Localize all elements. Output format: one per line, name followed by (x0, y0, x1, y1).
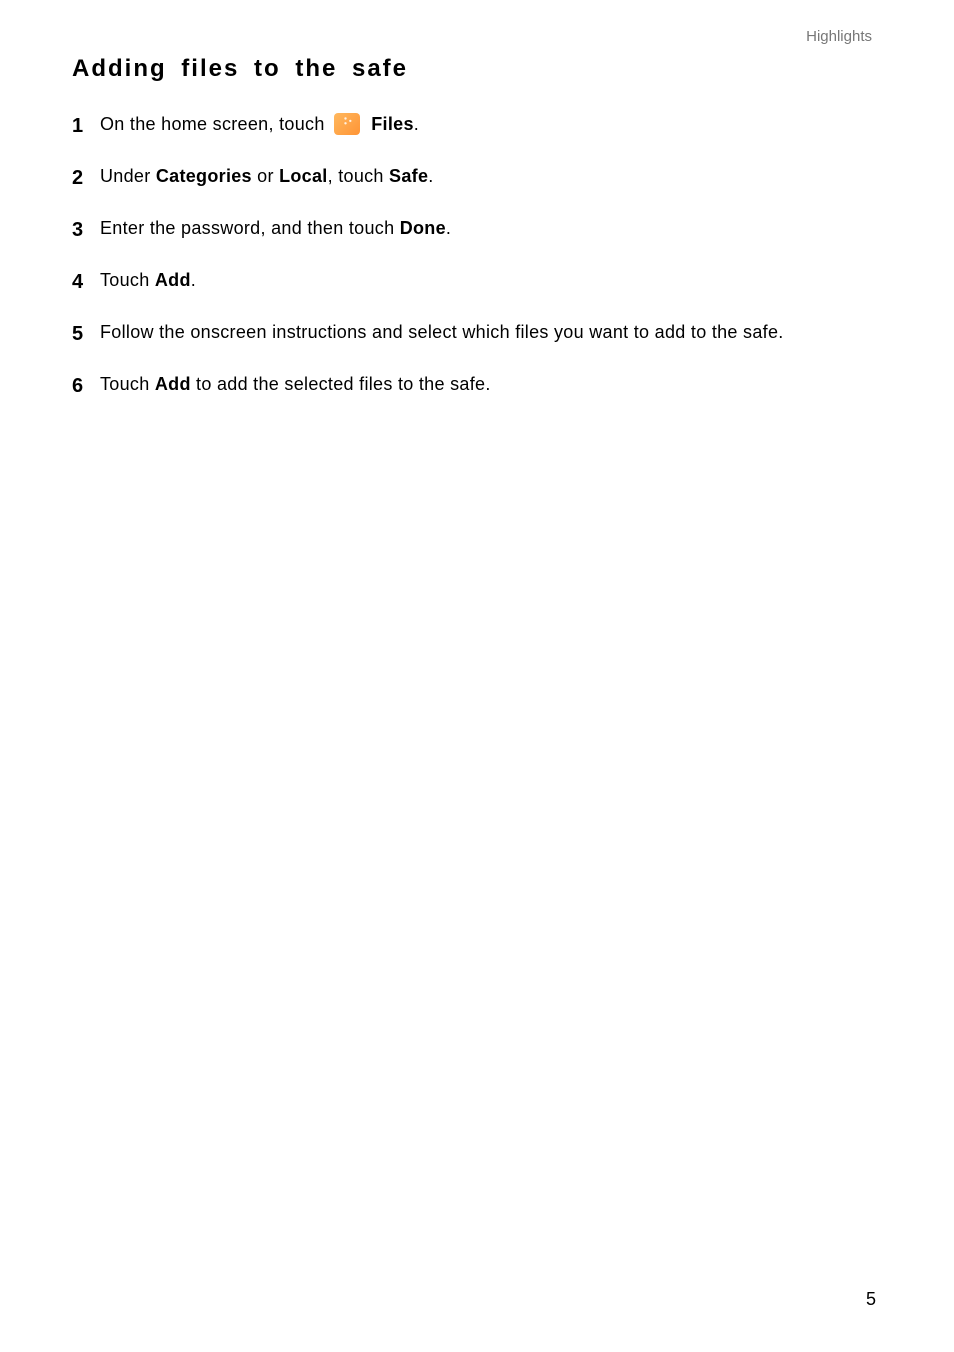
bold-text: Safe (389, 166, 428, 186)
step-number: 6 (72, 371, 94, 401)
step-item: 5Follow the onscreen instructions and se… (72, 319, 882, 349)
page-number: 5 (866, 1289, 876, 1310)
bold-text: Files (371, 114, 414, 134)
step-number: 3 (72, 215, 94, 245)
step-item: 3Enter the password, and then touch Done… (72, 215, 882, 245)
section-title: Adding files to the safe (72, 55, 882, 83)
step-text: Enter the password, and then touch Done. (100, 215, 882, 242)
step-text: On the home screen, touch Files. (100, 111, 882, 138)
step-list: 1On the home screen, touch Files.2Under … (72, 111, 882, 401)
step-item: 6Touch Add to add the selected files to … (72, 371, 882, 401)
files-app-icon (334, 113, 360, 135)
step-number: 1 (72, 111, 94, 141)
step-item: 2Under Categories or Local, touch Safe. (72, 163, 882, 193)
step-text: Touch Add. (100, 267, 882, 294)
header-section-label: Highlights (72, 28, 882, 45)
step-text: Follow the onscreen instructions and sel… (100, 319, 882, 346)
bold-text: Add (155, 374, 191, 394)
step-item: 1On the home screen, touch Files. (72, 111, 882, 141)
step-item: 4Touch Add. (72, 267, 882, 297)
bold-text: Categories (156, 166, 252, 186)
step-number: 5 (72, 319, 94, 349)
step-text: Touch Add to add the selected files to t… (100, 371, 882, 398)
step-number: 4 (72, 267, 94, 297)
bold-text: Local (279, 166, 328, 186)
step-text: Under Categories or Local, touch Safe. (100, 163, 882, 190)
bold-text: Add (155, 270, 191, 290)
bold-text: Done (400, 218, 446, 238)
step-number: 2 (72, 163, 94, 193)
